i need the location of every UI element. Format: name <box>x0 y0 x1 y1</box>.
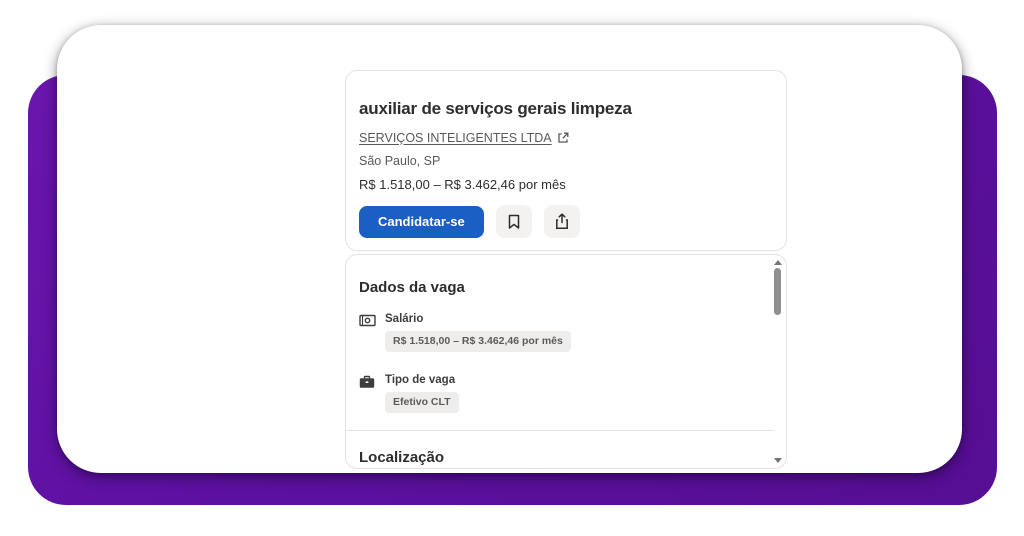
content-card: auxiliar de serviços gerais limpeza SERV… <box>57 25 962 473</box>
detail-label: Salário <box>385 313 424 325</box>
share-button[interactable] <box>543 205 580 238</box>
section-divider <box>346 430 773 431</box>
salary-banknote-icon <box>359 313 385 352</box>
detail-item-salary: Salário R$ 1.518,00 – R$ 3.462,46 por mê… <box>359 313 760 352</box>
detail-item-job-type: Tipo de vaga Efetivo CLT <box>359 374 760 413</box>
bookmark-icon <box>507 214 521 230</box>
actions-row: Candidatar-se <box>359 205 770 238</box>
scrollbar-thumb[interactable] <box>774 268 781 315</box>
briefcase-icon <box>359 374 385 413</box>
scroll-down-arrow-icon[interactable] <box>774 458 782 463</box>
details-heading: Dados da vaga <box>359 279 465 296</box>
details-scrollbar[interactable] <box>771 257 784 466</box>
external-link-icon[interactable] <box>557 132 569 144</box>
job-header-card: auxiliar de serviços gerais limpeza SERV… <box>345 70 787 251</box>
job-salary: R$ 1.518,00 – R$ 3.462,46 por mês <box>359 177 566 192</box>
salary-pill: R$ 1.518,00 – R$ 3.462,46 por mês <box>385 331 571 352</box>
company-link[interactable]: SERVIÇOS INTELIGENTES LTDA <box>359 131 552 145</box>
job-location: São Paulo, SP <box>359 154 441 168</box>
company-row: SERVIÇOS INTELIGENTES LTDA <box>359 131 770 145</box>
share-icon <box>554 213 570 230</box>
job-title: auxiliar de serviços gerais limpeza <box>359 99 632 118</box>
screenshot-canvas: auxiliar de serviços gerais limpeza SERV… <box>0 0 1024 536</box>
bookmark-button[interactable] <box>495 205 532 238</box>
apply-button[interactable]: Candidatar-se <box>359 205 484 238</box>
scroll-up-arrow-icon[interactable] <box>774 260 782 265</box>
job-type-pill: Efetivo CLT <box>385 392 459 413</box>
detail-label: Tipo de vaga <box>385 374 456 386</box>
job-details-card: Dados da vaga Salário R$ 1.518,00 – R$ 3… <box>345 254 787 469</box>
location-heading: Localização <box>359 449 445 466</box>
